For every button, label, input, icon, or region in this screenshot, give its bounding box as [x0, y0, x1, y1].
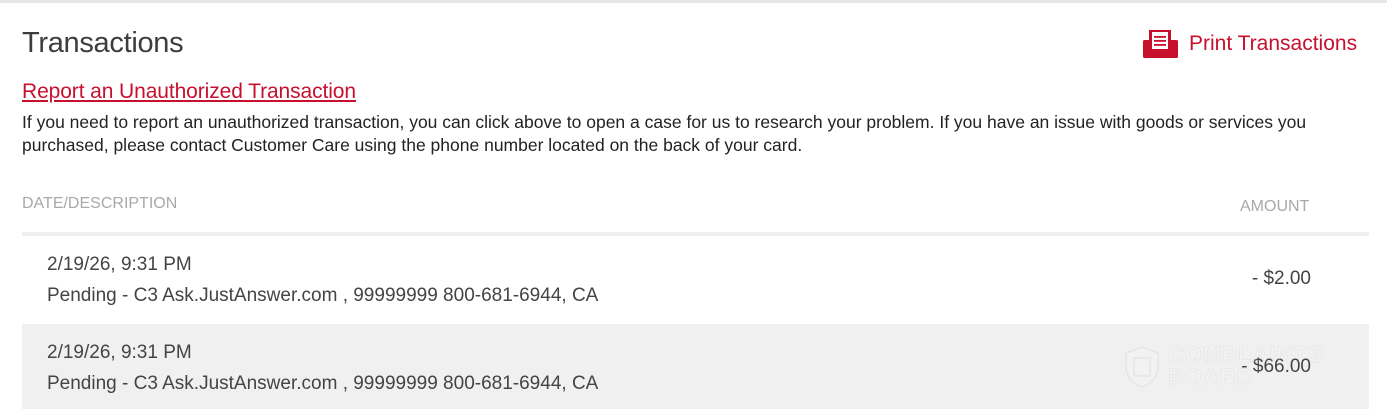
column-header-date-description: DATE/DESCRIPTION	[22, 195, 178, 212]
report-unauthorized-transaction-link[interactable]: Report an Unauthorized Transaction	[22, 79, 356, 105]
transaction-description: Pending - C3 Ask.JustAnswer.com , 999999…	[47, 373, 599, 394]
printer-icon	[1143, 30, 1178, 58]
transaction-date: 2/19/26, 9:31 PM	[47, 342, 192, 363]
transaction-row[interactable]: 2/19/26, 9:31 PM Pending - C3 Ask.JustAn…	[22, 324, 1369, 409]
page-title: Transactions	[22, 27, 184, 59]
transaction-amount: - $2.00	[1251, 268, 1311, 289]
print-transactions-label: Print Transactions	[1189, 32, 1358, 55]
top-divider	[0, 0, 1387, 3]
print-transactions-button[interactable]: Print Transactions	[1143, 27, 1357, 61]
transaction-description: Pending - C3 Ask.JustAnswer.com , 999999…	[47, 285, 599, 306]
transaction-amount: - $66.00	[1241, 356, 1311, 377]
column-header-amount: AMOUNT	[1240, 198, 1310, 215]
report-info-text: If you need to report an unauthorized tr…	[22, 112, 1307, 155]
transaction-date: 2/19/26, 9:31 PM	[47, 254, 192, 275]
transaction-row[interactable]: 2/19/26, 9:31 PM Pending - C3 Ask.JustAn…	[22, 236, 1369, 325]
